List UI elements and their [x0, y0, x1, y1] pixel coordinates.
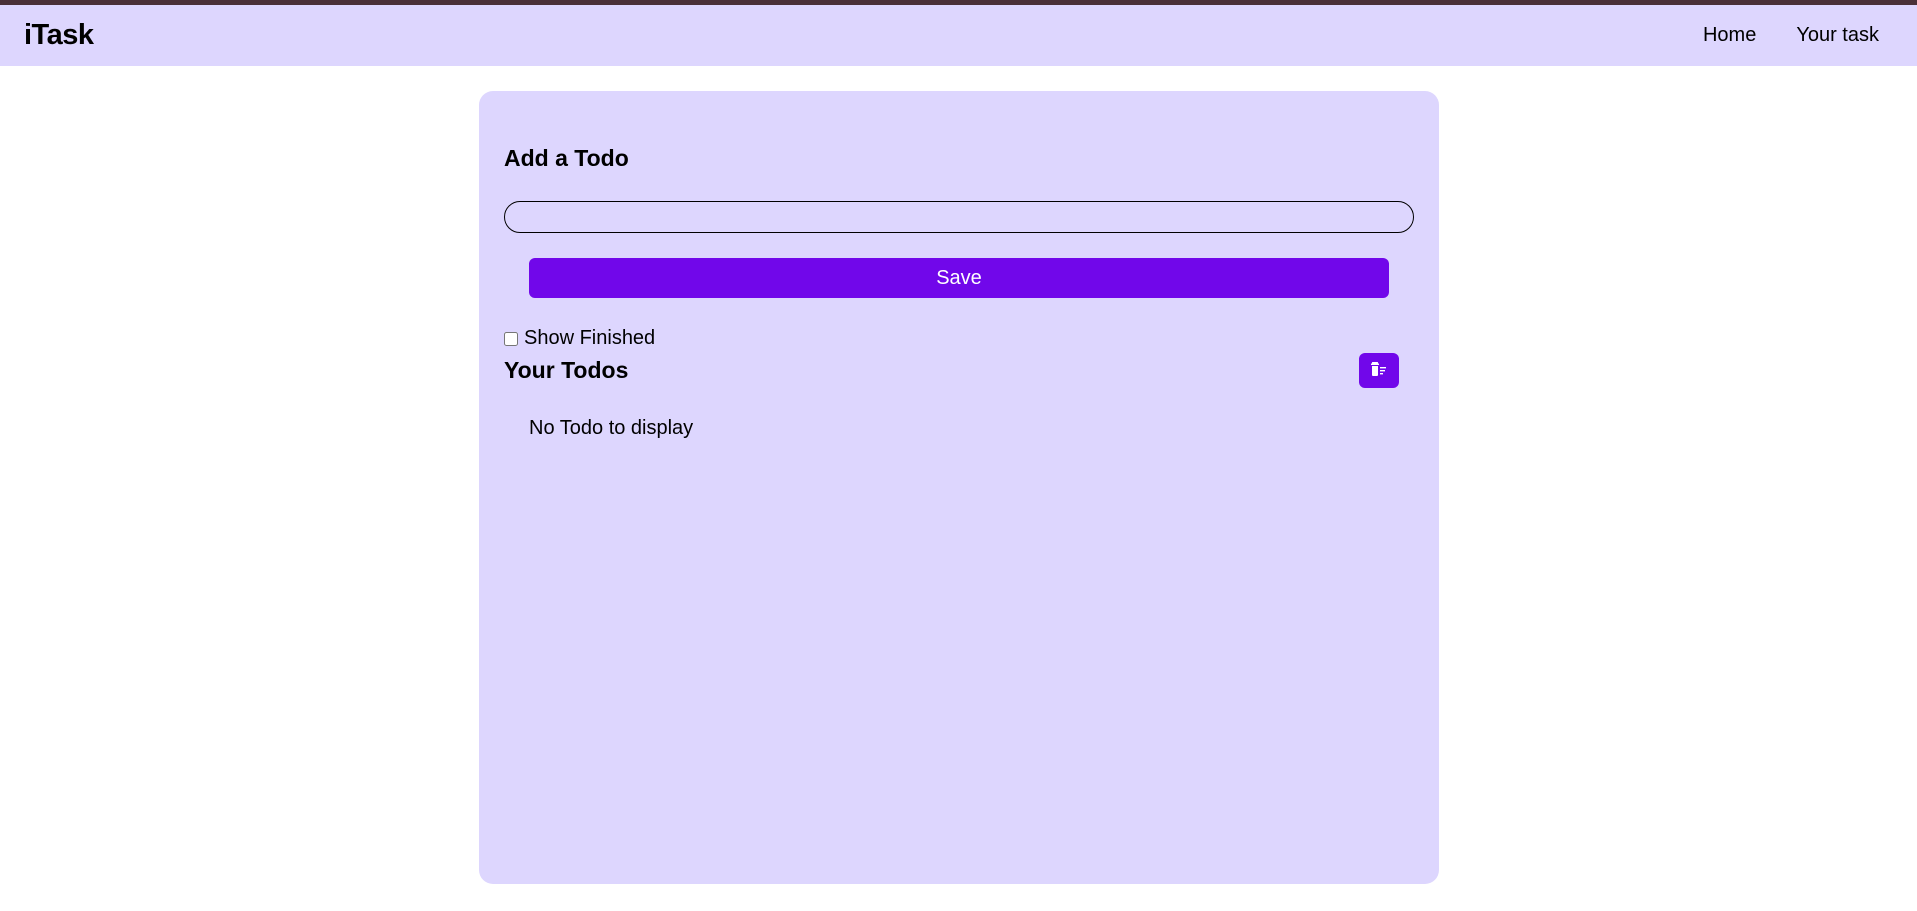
add-todo-heading: Add a Todo: [504, 145, 629, 171]
navbar: iTask Home Your task: [0, 5, 1917, 66]
brand-logo[interactable]: iTask: [24, 19, 94, 52]
nav-links: Home Your task: [1703, 24, 1893, 47]
show-finished-toggle[interactable]: Show Finished: [504, 327, 655, 350]
empty-todos-message: No Todo to display: [529, 417, 694, 439]
nav-link-home[interactable]: Home: [1703, 24, 1756, 47]
show-finished-checkbox[interactable]: [504, 331, 518, 346]
save-button[interactable]: Save: [529, 258, 1389, 298]
nav-link-your-task[interactable]: Your task: [1796, 24, 1879, 47]
your-todos-heading: Your Todos: [504, 357, 629, 383]
todo-input[interactable]: [504, 201, 1414, 233]
trash-icon: [1370, 361, 1388, 380]
show-finished-label: Show Finished: [524, 327, 656, 349]
todo-card: Add a Todo Save Show Finished Your Todos…: [479, 91, 1439, 884]
delete-todos-button[interactable]: [1359, 353, 1399, 388]
